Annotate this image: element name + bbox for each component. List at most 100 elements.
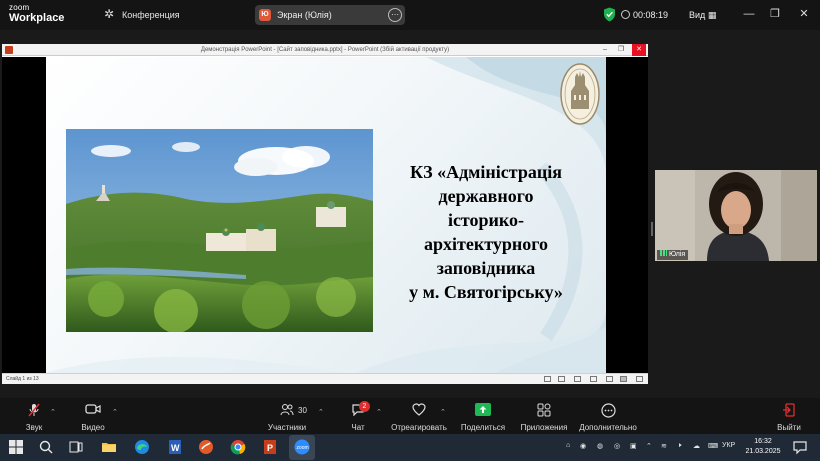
- leave-label: Выйти: [777, 423, 801, 432]
- logo-line-workplace: Workplace: [9, 12, 65, 24]
- meeting-toolbar: Звук ⌃ Видео ⌃ Участники 30 ⌃ Чат 2 ⌃ От…: [0, 398, 820, 434]
- slide-title: КЗ «Адміністрація державного історико- а…: [386, 160, 586, 304]
- screen-share-indicator[interactable]: Ю Экран (Юлія) ⋯: [255, 5, 405, 25]
- restore-icon[interactable]: ❐: [768, 7, 782, 21]
- hidden-icons-chevron-icon[interactable]: ⌃: [646, 442, 652, 450]
- panel-resize-handle[interactable]: [651, 222, 653, 236]
- edge-browser-icon[interactable]: [134, 439, 150, 455]
- powerpoint-statusbar: Слайд 1 из 13: [2, 373, 648, 384]
- meeting-timer: 00:08:19: [621, 10, 668, 20]
- slide-title-line: заповідника: [436, 258, 536, 278]
- apps-button[interactable]: Приложения: [518, 398, 570, 434]
- video-button[interactable]: Видео: [76, 398, 110, 434]
- share-label: Поделиться: [460, 423, 506, 432]
- share-button[interactable]: Поделиться: [458, 398, 508, 434]
- zoom-taskbar-item[interactable]: zoom: [289, 435, 315, 460]
- audio-label: Звук: [25, 423, 43, 432]
- minimize-icon[interactable]: —: [742, 7, 756, 21]
- powerpoint-window-title: Демонстрація PowerPoint - [Сайт заповідн…: [200, 47, 450, 53]
- task-view-icon[interactable]: [68, 439, 84, 455]
- mic-muted-icon: [18, 398, 50, 418]
- conference-label[interactable]: Конференция: [122, 10, 180, 20]
- share-screen-icon: [458, 398, 508, 418]
- svg-text:P: P: [267, 443, 273, 453]
- participants-options-chevron-icon[interactable]: ⌃: [318, 408, 326, 416]
- slideshow-view-icon[interactable]: [620, 376, 627, 382]
- cloud-icon[interactable]: ☁: [693, 442, 700, 450]
- ppt-restore-icon[interactable]: ❐: [614, 44, 628, 56]
- participants-button[interactable]: Участники: [262, 398, 312, 434]
- slide-counter: Слайд 1 из 13: [6, 376, 39, 382]
- tray-app-icon-3[interactable]: ◎: [614, 442, 620, 450]
- taskbar-clock[interactable]: 16:32 21.03.2025: [741, 437, 785, 457]
- zoom-app-icon: zoom: [294, 439, 310, 455]
- chat-label: Чат: [351, 423, 365, 432]
- participant-video-tile[interactable]: Юлія: [655, 170, 817, 261]
- view-label: Вид: [689, 10, 706, 20]
- fit-window-icon[interactable]: [636, 376, 643, 382]
- participants-label: Участники: [267, 423, 307, 432]
- more-button[interactable]: Дополнительно: [574, 398, 642, 434]
- powerpoint-taskbar-icon[interactable]: P: [262, 439, 278, 455]
- camera-icon: [76, 398, 110, 418]
- clock-icon: [621, 10, 630, 19]
- slide: КЗ «Адміністрація державного історико- а…: [46, 57, 606, 373]
- ppt-minimize-icon[interactable]: –: [598, 44, 612, 56]
- windows-taskbar: W P zoom ⌂ ◉ ◍ ◎ ▣ ⌃ ≋ 🕨 ☁ ⌨ УКР 16:32 2…: [0, 434, 820, 461]
- normal-view-icon[interactable]: [544, 376, 551, 382]
- grid-view-icon: ▦: [707, 10, 717, 20]
- reserve-emblem-logo: [560, 63, 600, 125]
- react-options-chevron-icon[interactable]: ⌃: [440, 408, 448, 416]
- audio-button[interactable]: Звук: [18, 398, 50, 434]
- search-icon[interactable]: [38, 439, 54, 455]
- more-label: Дополнительно: [579, 423, 637, 432]
- slide-sorter-icon[interactable]: [574, 376, 581, 382]
- clock-date: 21.03.2025: [745, 448, 781, 455]
- apps-icon: [518, 398, 570, 418]
- signal-strength-icon: [660, 250, 667, 256]
- tray-app-icon-2[interactable]: ◍: [597, 442, 603, 450]
- outline-view-icon[interactable]: [558, 376, 565, 382]
- powerpoint-icon: [5, 46, 13, 54]
- chat-options-chevron-icon[interactable]: ⌃: [376, 408, 384, 416]
- shield-check-icon[interactable]: [603, 7, 616, 22]
- shared-powerpoint-window: Демонстрація PowerPoint - [Сайт заповідн…: [2, 44, 648, 384]
- slide-title-line: КЗ «Адміністрація: [410, 162, 562, 182]
- participant-name: Юлія: [669, 251, 686, 258]
- file-explorer-icon[interactable]: [101, 439, 117, 455]
- clock-time: 16:32: [754, 438, 772, 445]
- notifications-icon[interactable]: [792, 439, 808, 455]
- keyboard-icon[interactable]: ⌨: [708, 442, 718, 450]
- video-options-chevron-icon[interactable]: ⌃: [112, 408, 120, 416]
- close-icon[interactable]: ✕: [797, 7, 811, 21]
- audio-options-chevron-icon[interactable]: ⌃: [50, 408, 58, 416]
- zoom-meeting-window: zoom Workplace ✲ Конференция Ю Экран (Юл…: [0, 0, 820, 461]
- tray-app-icon-1[interactable]: ◉: [580, 442, 586, 450]
- zoom-logo: zoom Workplace: [9, 3, 65, 24]
- slide-title-line: архітектурного: [424, 234, 548, 254]
- wifi-icon[interactable]: ≋: [661, 442, 667, 450]
- more-options-icon[interactable]: ⋯: [388, 8, 402, 22]
- react-label: Отреагировать: [391, 423, 447, 432]
- leave-button[interactable]: Выйти: [774, 398, 804, 434]
- ppt-addin-icon[interactable]: [198, 439, 214, 455]
- participant-name-label: Юлія: [657, 250, 689, 260]
- react-button[interactable]: Отреагировать: [388, 398, 450, 434]
- svg-text:zoom: zoom: [297, 445, 309, 451]
- gear-icon[interactable]: ✲: [104, 8, 116, 20]
- word-icon[interactable]: W: [167, 439, 183, 455]
- chrome-icon[interactable]: [230, 439, 246, 455]
- input-language[interactable]: УКР: [722, 442, 735, 449]
- ppt-close-icon[interactable]: ✕: [632, 44, 646, 56]
- network-tray-icon[interactable]: ⌂: [566, 442, 570, 449]
- windows-start-icon[interactable]: [8, 439, 24, 455]
- participant-video-feed: [655, 170, 817, 261]
- screen-share-label: Экран (Юлія): [277, 10, 332, 20]
- notes-view-icon[interactable]: [590, 376, 597, 382]
- svg-text:W: W: [171, 443, 180, 453]
- tray-app-icon-4[interactable]: ▣: [630, 442, 637, 450]
- reading-view-icon[interactable]: [606, 376, 613, 382]
- volume-icon[interactable]: 🕨: [677, 442, 681, 450]
- slideshow-stage: КЗ «Адміністрація державного історико- а…: [2, 57, 648, 373]
- view-button[interactable]: Вид ▦: [689, 10, 716, 21]
